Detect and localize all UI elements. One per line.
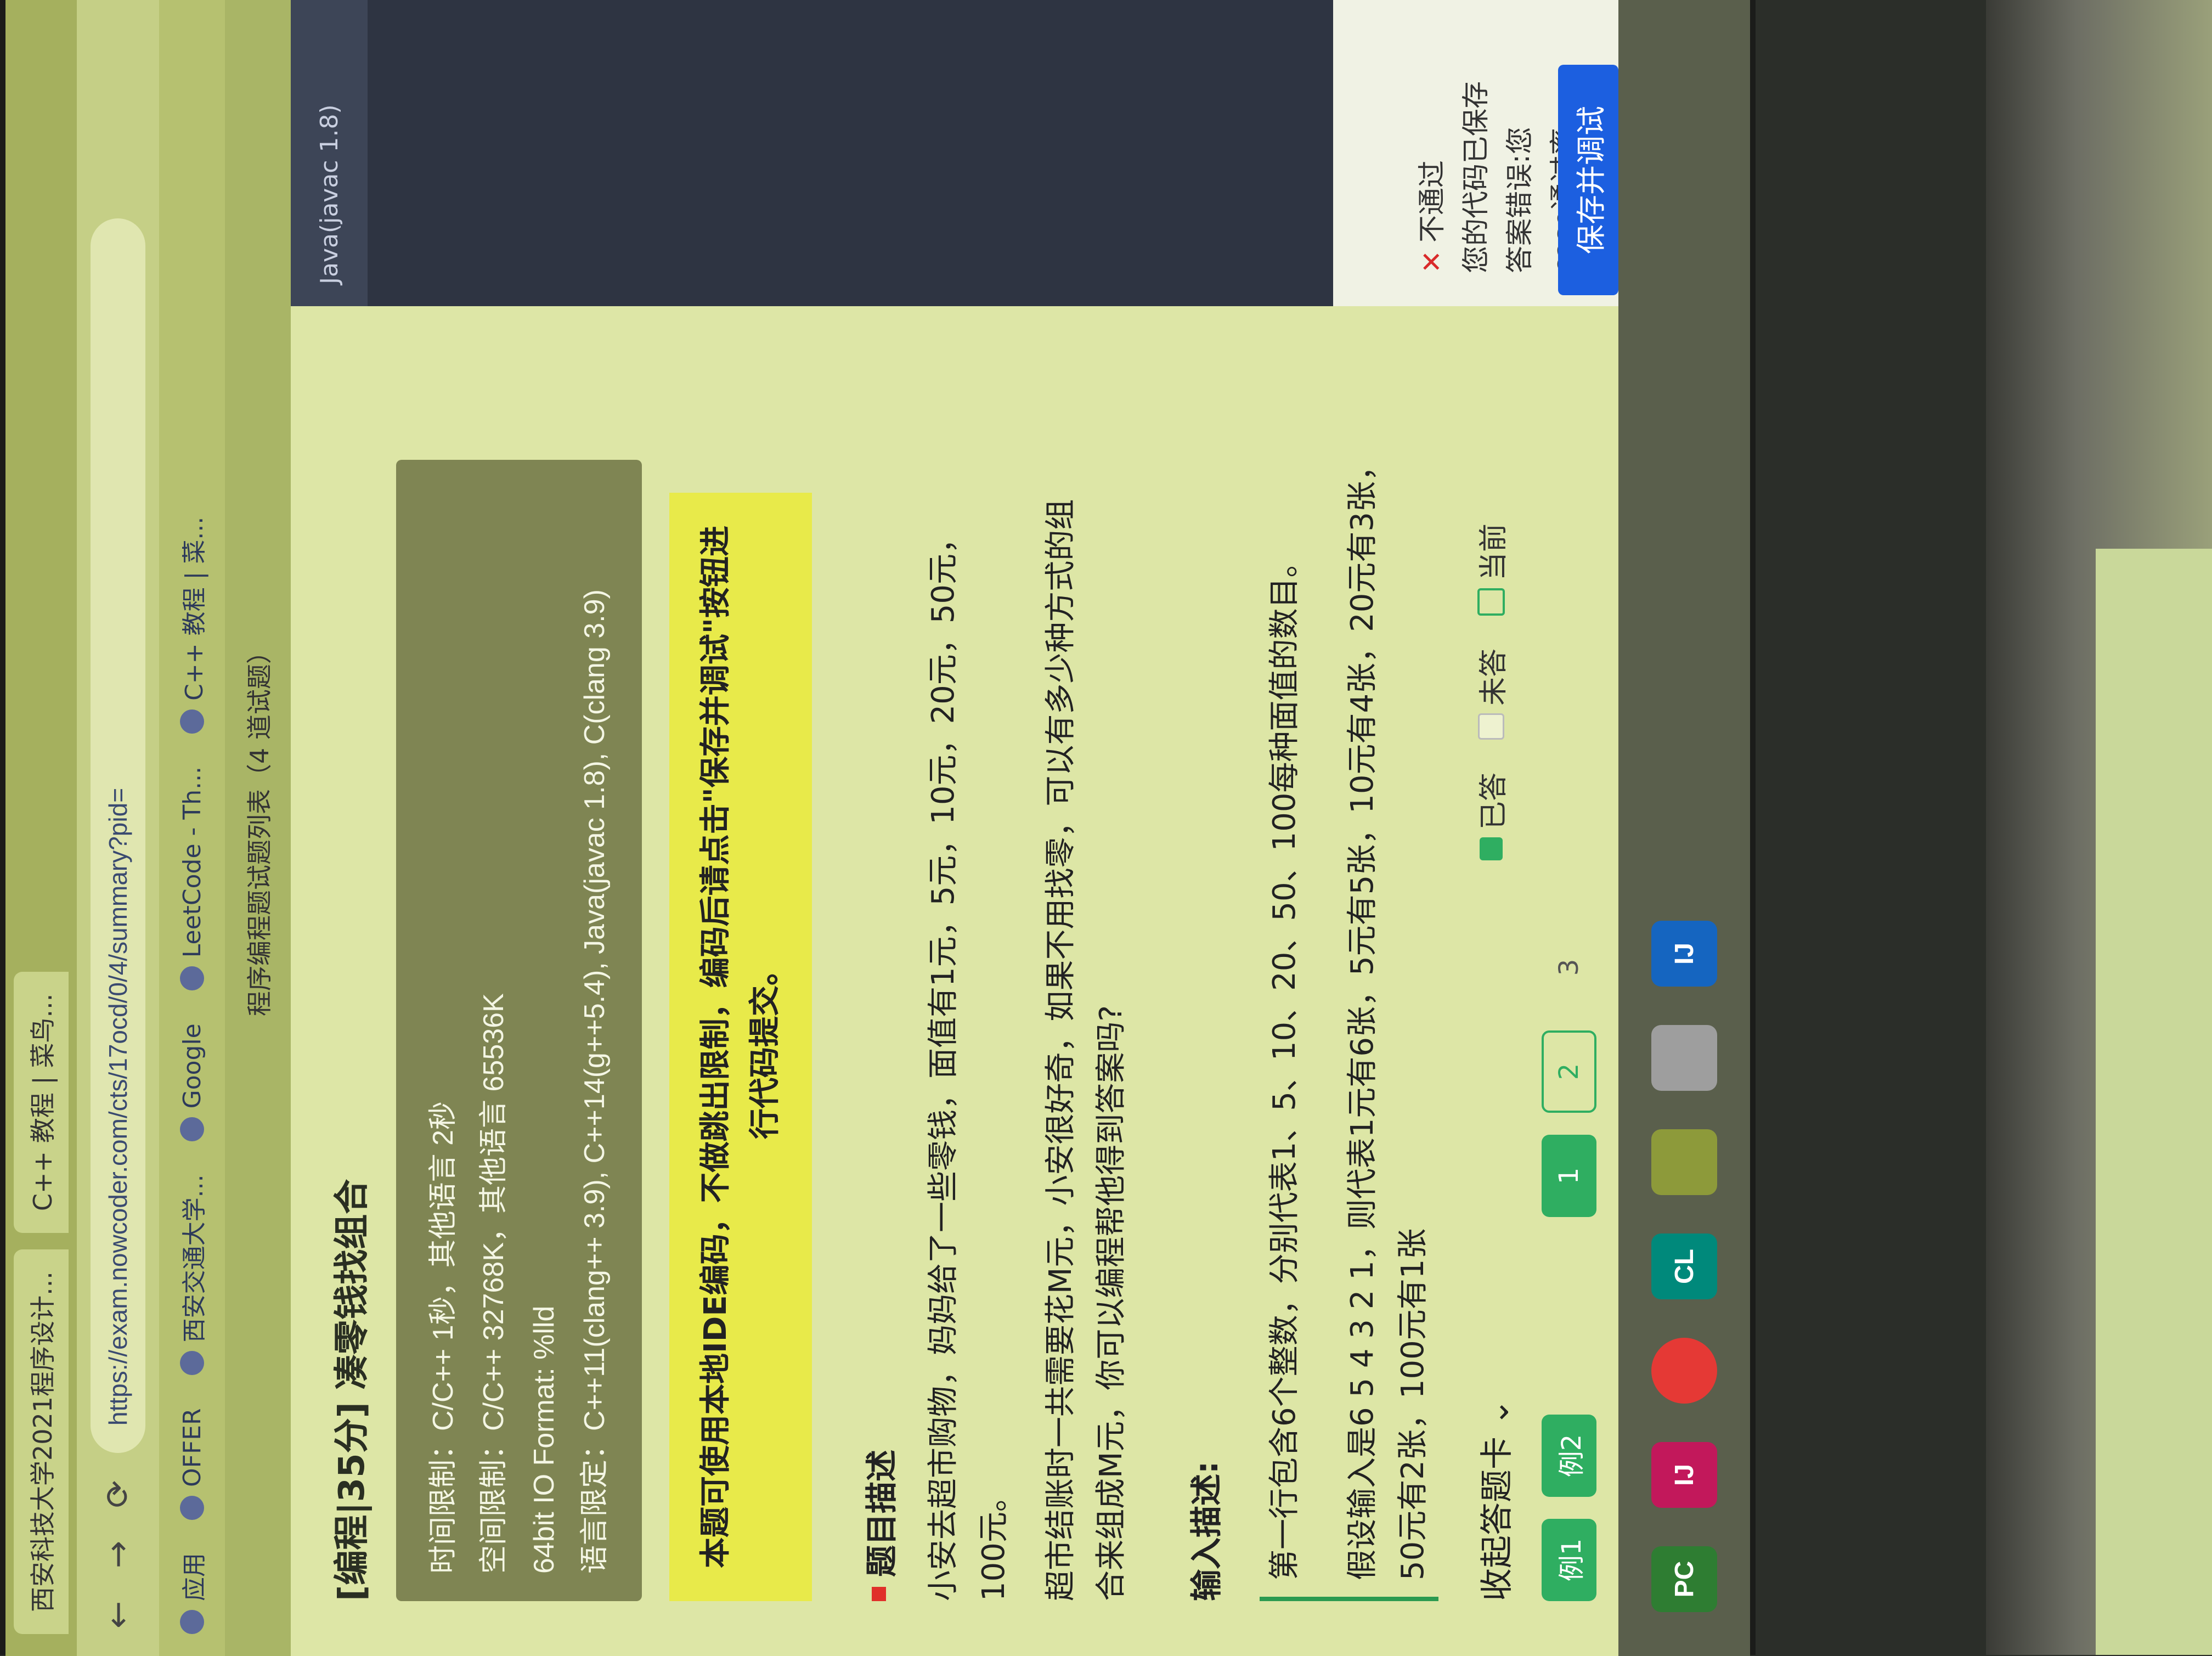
pycharm-icon[interactable]: PC bbox=[1651, 1546, 1717, 1612]
camera-icon[interactable] bbox=[1651, 1025, 1717, 1091]
bookmark-label: 西安交通大学... bbox=[180, 1174, 208, 1343]
description-para-2: 超市结账时一共需要花M元，小安很好奇，如果不用找零，可以有多少种方式的组合来组成… bbox=[1043, 499, 1129, 1601]
collapse-answer-card-button[interactable]: 收起答题卡 ⌄ bbox=[1470, 1399, 1518, 1601]
bullet-icon bbox=[872, 1587, 886, 1601]
bookmark-label: 应用 bbox=[180, 1553, 208, 1601]
globe-icon bbox=[180, 709, 204, 734]
question-2-button[interactable]: 2 bbox=[1542, 1030, 1596, 1113]
time-limit: 时间限制：C/C++ 1秒，其他语言 2秒 bbox=[418, 487, 469, 1574]
limit-value: C/C++ 1秒，其他语言 2秒 bbox=[427, 1101, 459, 1431]
result-status: ✕ 不通过 bbox=[1410, 10, 1454, 273]
unanswered-swatch bbox=[1477, 713, 1504, 740]
limit-value: C++11(clang++ 3.9), C++14(g++5.4), Java(… bbox=[579, 589, 611, 1431]
bookmark-offer[interactable]: OFFER bbox=[178, 1408, 206, 1520]
forward-icon[interactable]: → bbox=[99, 1535, 137, 1574]
limit-label: 语言限定： bbox=[578, 1430, 611, 1574]
intellij-icon[interactable]: IJ bbox=[1651, 1442, 1717, 1508]
input-description: 第一行包含6个整数，分别代表1、5、10、20、50、100每种面值的数目。 假… bbox=[1260, 450, 1438, 1601]
reload-icon[interactable]: ⟳ bbox=[99, 1475, 137, 1513]
save-and-debug-button[interactable]: 保存并调试 bbox=[1558, 65, 1618, 295]
chrome-icon[interactable] bbox=[1651, 1338, 1717, 1404]
language-select[interactable]: Java(javac 1.8) bbox=[291, 0, 368, 306]
problem-title: [编程|35分] 凑零钱找组合 bbox=[332, 1179, 373, 1601]
space-limit: 空间限制：C/C++ 32768K，其他语言 65536K bbox=[469, 487, 519, 1574]
bookmark-label: LeetCode - Th... bbox=[178, 766, 206, 958]
bookmark-apps[interactable]: 应用 bbox=[174, 1553, 210, 1634]
back-icon[interactable]: ← bbox=[99, 1596, 137, 1634]
input-para-2: 假设输入是6 5 4 3 2 1，则代表1元有6张，5元有5张，10元有4张，2… bbox=[1345, 450, 1431, 1580]
example-tabs: 例1 例2 bbox=[1542, 1415, 1596, 1601]
legend-answered: 已答 bbox=[1470, 773, 1511, 860]
current-swatch bbox=[1477, 588, 1505, 616]
address-bar: ← → ⟳ https://exam.nowcoder.com/cts/17oc… bbox=[77, 0, 159, 1656]
legend-current: 当前 bbox=[1470, 523, 1511, 616]
bookmark-leetcode[interactable]: LeetCode - Th... bbox=[178, 766, 206, 991]
bookmark-cpp[interactable]: C++ 教程 | 菜... bbox=[174, 517, 210, 734]
bookmarks-bar: 应用 OFFER 西安交通大学... Google LeetCode - Th.… bbox=[159, 0, 225, 1656]
bookmark-google[interactable]: Google bbox=[178, 1023, 206, 1142]
problem-panel: [编程|35分] 凑零钱找组合 时间限制：C/C++ 1秒，其他语言 2秒 空间… bbox=[291, 306, 1618, 1656]
winrar-icon[interactable] bbox=[1651, 1129, 1717, 1195]
screen: 西安科技大学2021程序设计... C++ 教程 | 菜鸟... ← → ⟳ h… bbox=[5, 0, 1750, 1656]
tab-cpp-tutorial[interactable]: C++ 教程 | 菜鸟... bbox=[14, 971, 69, 1233]
intellij-icon[interactable]: IJ bbox=[1651, 921, 1717, 987]
google-icon bbox=[180, 1117, 204, 1142]
example-2-button[interactable]: 例2 bbox=[1542, 1415, 1596, 1497]
fail-icon: ✕ bbox=[1416, 250, 1448, 273]
description-heading: 题目描述 bbox=[856, 394, 902, 1601]
bookmark-label: OFFER bbox=[178, 1408, 206, 1487]
url-input[interactable]: https://exam.nowcoder.com/cts/17ocd/0/4/… bbox=[91, 218, 145, 1453]
limit-value: 64bit IO Format: %lld bbox=[528, 1305, 560, 1574]
legend-label: 已答 bbox=[1477, 772, 1510, 830]
input-heading: 输入描述: bbox=[1181, 394, 1227, 1601]
answered-swatch bbox=[1479, 837, 1503, 860]
limit-value: C/C++ 32768K，其他语言 65536K bbox=[478, 993, 510, 1431]
apps-icon bbox=[180, 1610, 204, 1634]
ide-notice: 本题可使用本地IDE编码，不做跳出限制，编码后请点击"保存并调试"按钮进行代码提… bbox=[669, 493, 812, 1601]
limits-box: 时间限制：C/C++ 1秒，其他语言 2秒 空间限制：C/C++ 32768K，… bbox=[396, 460, 642, 1601]
tab-bar: 西安科技大学2021程序设计... C++ 教程 | 菜鸟... bbox=[5, 0, 77, 1656]
io-format: 64bit IO Format: %lld bbox=[519, 487, 569, 1574]
bookmark-label: Google bbox=[178, 1023, 206, 1109]
legend-unanswered: 未答 bbox=[1470, 649, 1511, 740]
tab-exam[interactable]: 西安科技大学2021程序设计... bbox=[14, 1249, 69, 1634]
taskbar: PC IJ CL IJ bbox=[1618, 0, 1750, 1656]
clion-icon[interactable]: CL bbox=[1651, 1233, 1717, 1299]
question-pages: 1 2 3 bbox=[1542, 926, 1596, 1217]
example-1-button[interactable]: 例1 bbox=[1542, 1519, 1596, 1601]
answer-card: 收起答题卡 ⌄ 已答 未答 当前 例1 例2 1 2 3 bbox=[1459, 339, 1602, 1601]
result-line: 您的代码已保存 bbox=[1460, 81, 1492, 273]
language-limit: 语言限定：C++11(clang++ 3.9), C++14(g++5.4), … bbox=[569, 487, 620, 1574]
legend-label: 未答 bbox=[1477, 648, 1510, 706]
monitor-bezel: 西安科技大学2021程序设计... C++ 教程 | 菜鸟... ← → ⟳ h… bbox=[0, 0, 1756, 1656]
browser-window: 西安科技大学2021程序设计... C++ 教程 | 菜鸟... ← → ⟳ h… bbox=[5, 0, 1618, 1656]
limit-label: 时间限制： bbox=[427, 1430, 460, 1574]
paper-document bbox=[2096, 549, 2212, 1655]
heading-label: 输入描述: bbox=[1188, 1461, 1225, 1601]
status-label: 不通过 bbox=[1416, 160, 1448, 243]
folder-icon bbox=[180, 1496, 204, 1520]
legend-label: 当前 bbox=[1477, 523, 1510, 581]
limit-label: 空间限制： bbox=[477, 1430, 510, 1574]
bookmark-label: C++ 教程 | 菜... bbox=[180, 516, 208, 701]
leetcode-icon bbox=[180, 966, 204, 991]
bookmark-xjtu[interactable]: 西安交通大学... bbox=[174, 1174, 210, 1376]
heading-label: 题目描述 bbox=[863, 1449, 900, 1577]
answer-legend: 已答 未答 当前 bbox=[1470, 523, 1511, 860]
exam-subtitle: 程序编程题试题列表（4 道试题） bbox=[225, 0, 291, 1656]
result-line: 答案错误:您 bbox=[1504, 127, 1536, 273]
description-para-1: 小安去超市购物，妈妈给了一些零钱，面值有1元，5元，10元，20元，50元，10… bbox=[926, 522, 1012, 1601]
question-1-button[interactable]: 1 bbox=[1542, 1135, 1596, 1217]
globe-icon bbox=[180, 1351, 204, 1376]
input-para-1: 第一行包含6个整数，分别代表1、5、10、20、50、100每种面值的数目。 bbox=[1267, 547, 1302, 1580]
question-3-button[interactable]: 3 bbox=[1542, 926, 1596, 1009]
